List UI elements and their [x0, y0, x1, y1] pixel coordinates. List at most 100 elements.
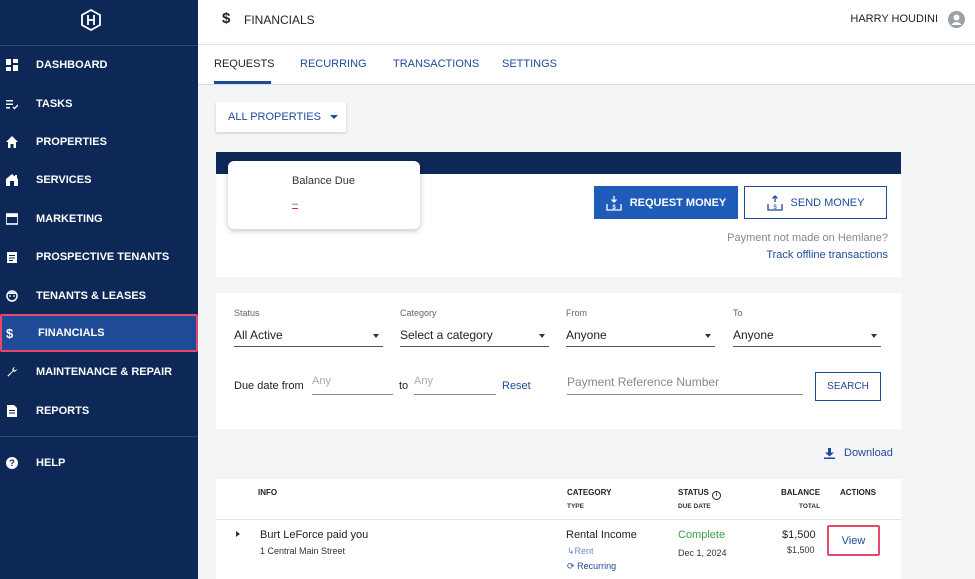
sidebar: DASHBOARD TASKS PROPERTIES SERVICES MARK… [0, 0, 198, 579]
from-select-value: Anyone [566, 328, 607, 342]
sidebar-item-tasks[interactable]: TASKS [0, 85, 198, 123]
caret-down-icon [705, 334, 711, 338]
sidebar-item-services[interactable]: SERVICES [0, 161, 198, 199]
view-button-label: View [841, 534, 866, 547]
expand-row-icon[interactable] [236, 531, 240, 537]
payment-reference-input[interactable]: Payment Reference Number [567, 373, 803, 395]
row-recurring-label: Recurring [577, 561, 617, 571]
row-due-date: Dec 1, 2024 [678, 548, 727, 558]
from-filter-label: From [566, 308, 587, 318]
sidebar-item-label: SERVICES [36, 174, 92, 186]
due-date-to-placeholder: Any [414, 375, 433, 387]
balance-due-value[interactable]: – [292, 198, 298, 210]
sidebar-item-maintenance-repair[interactable]: MAINTENANCE & REPAIR [0, 353, 198, 391]
balance-due-card: Balance Due – [228, 161, 420, 229]
due-date-to-label: to [399, 380, 409, 392]
category-select-value: Select a category [400, 328, 493, 342]
sidebar-item-label: PROPERTIES [36, 136, 107, 148]
sidebar-item-dashboard[interactable]: DASHBOARD [0, 46, 198, 84]
due-date-to-input[interactable]: Any [414, 373, 496, 395]
header-status[interactable]: STATUS i [678, 488, 721, 500]
tenant-face-icon [0, 290, 36, 302]
requests-table: INFO CATEGORY TYPE STATUS i DUE DATE BALA… [216, 479, 901, 579]
report-icon [0, 405, 36, 417]
tab-transactions[interactable]: TRANSACTIONS [393, 58, 479, 70]
reset-link[interactable]: Reset [502, 380, 531, 392]
balance-panel: Balance Due – $ REQUEST MONEY $ SEND MON… [216, 152, 901, 277]
hemlane-logo-icon[interactable] [80, 9, 102, 31]
top-header: $ FINANCIALS HARRY HOUDINI [198, 0, 975, 45]
dollar-icon: $ [6, 325, 14, 341]
header-info[interactable]: INFO [258, 488, 277, 497]
row-title: Burt LeForce paid you [260, 529, 369, 541]
sidebar-item-prospective-tenants[interactable]: PROSPECTIVE TENANTS [0, 238, 198, 276]
header-actions: ACTIONS [840, 488, 876, 497]
download-button[interactable]: Download [824, 447, 893, 459]
request-money-label: REQUEST MONEY [629, 196, 727, 209]
filter-panel: Status All Active Category Select a cate… [216, 293, 901, 429]
payment-note: Payment not made on Hemlane? [727, 232, 888, 244]
header-status-label: STATUS [678, 488, 709, 497]
sidebar-item-financials[interactable]: $ FINANCIALS [0, 314, 198, 352]
to-select[interactable]: Anyone [733, 325, 881, 347]
marketing-icon [0, 213, 36, 225]
active-tab-indicator [214, 81, 271, 84]
to-select-value: Anyone [733, 328, 774, 342]
sidebar-item-marketing[interactable]: MARKETING [0, 200, 198, 238]
search-button-label: SEARCH [827, 381, 869, 392]
payment-reference-placeholder: Payment Reference Number [567, 375, 720, 389]
download-icon [824, 447, 835, 459]
sidebar-item-label: REPORTS [36, 405, 90, 417]
dashboard-icon [0, 59, 36, 71]
row-total: $1,500 [787, 545, 815, 555]
header-category[interactable]: CATEGORY [567, 488, 611, 497]
sidebar-divider [0, 436, 198, 437]
sidebar-item-label: DASHBOARD [36, 59, 108, 71]
status-filter-label: Status [234, 308, 260, 318]
status-select[interactable]: All Active [234, 325, 383, 347]
user-name[interactable]: HARRY HOUDINI [850, 13, 938, 25]
tab-settings[interactable]: SETTINGS [502, 58, 557, 70]
category-filter-label: Category [400, 308, 437, 318]
account-circle-icon[interactable] [948, 11, 965, 28]
status-select-value: All Active [234, 328, 283, 342]
tab-recurring[interactable]: RECURRING [300, 58, 367, 70]
sidebar-item-label: MARKETING [36, 213, 103, 225]
send-money-button[interactable]: $ SEND MONEY [744, 186, 887, 219]
sidebar-item-properties[interactable]: PROPERTIES [0, 123, 198, 161]
row-status: Complete [678, 529, 726, 541]
clipboard-icon [0, 251, 36, 263]
search-button[interactable]: SEARCH [815, 372, 881, 401]
sidebar-item-tenants-leases[interactable]: TENANTS & LEASES [0, 277, 198, 315]
tab-requests[interactable]: REQUESTS [214, 58, 275, 70]
due-date-from-input[interactable]: Any [312, 373, 393, 395]
property-filter-label: ALL PROPERTIES [228, 111, 321, 123]
sidebar-item-label: PROSPECTIVE TENANTS [36, 251, 170, 263]
row-recurring: ⟳ Recurring [567, 561, 616, 572]
request-money-button[interactable]: $ REQUEST MONEY [594, 186, 738, 219]
property-filter-dropdown[interactable]: ALL PROPERTIES [216, 102, 346, 132]
download-label: Download [844, 447, 893, 459]
services-icon [0, 174, 36, 186]
svg-text:?: ? [9, 458, 15, 468]
sidebar-item-label: TENANTS & LEASES [36, 290, 147, 302]
sidebar-item-reports[interactable]: REPORTS [0, 392, 198, 430]
sidebar-item-help[interactable]: ? HELP [0, 444, 198, 482]
caret-down-icon [871, 334, 877, 338]
header-balance[interactable]: BALANCE [781, 488, 820, 497]
table-header-divider [216, 519, 901, 520]
tasks-icon [0, 98, 36, 110]
page-title: FINANCIALS [244, 13, 315, 27]
due-date-from-label: Due date from [234, 380, 304, 392]
row-balance: $1,500 [782, 529, 816, 541]
from-select[interactable]: Anyone [566, 325, 715, 347]
view-button[interactable]: View [827, 525, 880, 556]
sidebar-item-label: MAINTENANCE & REPAIR [36, 366, 173, 378]
info-icon[interactable]: i [711, 491, 721, 500]
category-select[interactable]: Select a category [400, 325, 549, 347]
header-total: TOTAL [799, 503, 821, 510]
track-offline-link[interactable]: Track offline transactions [766, 249, 888, 261]
dollar-icon: $ [222, 10, 231, 27]
balance-due-label: Balance Due [292, 175, 355, 187]
row-category: Rental Income [566, 529, 637, 541]
